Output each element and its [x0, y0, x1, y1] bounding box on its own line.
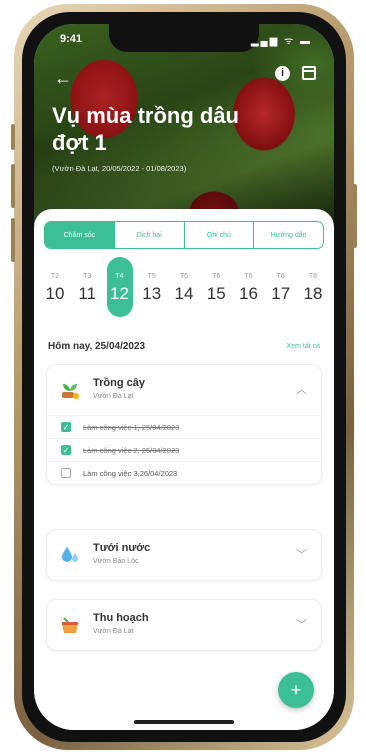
back-arrow-icon[interactable]: ←	[54, 68, 72, 89]
day-number: 11	[78, 284, 97, 303]
see-all-link[interactable]: Xem tất cả	[287, 343, 320, 350]
task-group-location: Vườn Bảo Lộc	[93, 558, 139, 565]
task-group-location: Vườn Đà Lạt	[93, 628, 134, 635]
phone-frame: 9:41 ▂▄▆ ᯤ ▬ ← i Vụ mùa trồng dâu đợt 1 …	[11, 4, 357, 750]
task-group-title: Tưới nước	[93, 542, 151, 554]
water-drop-icon	[62, 547, 78, 562]
tab-ghi-chu[interactable]: Ghi chú	[185, 222, 255, 248]
calendar-icon[interactable]	[302, 66, 316, 80]
task-group-thu-hoach: Thu hoạch Vườn Đà Lạt ﹀	[46, 599, 322, 651]
status-time: 9:41	[60, 33, 83, 45]
harvest-basket-icon	[62, 617, 78, 633]
task-item[interactable]: Làm công việc 3,26/04/2023	[47, 461, 321, 484]
date-strip: T2 10 T3 11 T4 12 T5 13 T6 14 T6 15 T6 16 T6 17 …	[42, 257, 326, 317]
day-number: 15	[206, 284, 226, 303]
today-header: Hôm nay, 25/04/2023 Xem tất cả	[48, 341, 320, 352]
day-item[interactable]: T3 11	[74, 257, 100, 317]
task-group-header[interactable]: Tưới nước Vườn Bảo Lộc ﹀	[47, 530, 321, 580]
day-number: 17	[271, 284, 291, 303]
day-item[interactable]: T6 18	[300, 257, 326, 317]
info-icon[interactable]: i	[275, 66, 290, 81]
day-of-week: T6	[276, 273, 285, 280]
chevron-down-icon[interactable]: ﹀	[296, 546, 307, 562]
day-number: 10	[45, 284, 65, 303]
content-panel: Chăm sóc Dịch hại Ghi chú Hướng dẫn T2 10…	[34, 209, 334, 730]
day-number: 12	[110, 284, 129, 303]
task-group-title: Trồng cây	[93, 377, 145, 389]
tab-huong-dan[interactable]: Hướng dẫn	[254, 222, 323, 248]
day-item[interactable]: T6 15	[203, 257, 229, 317]
volume-up-button	[11, 164, 15, 208]
notch	[109, 24, 259, 52]
day-of-week: T6	[179, 273, 189, 280]
home-indicator	[134, 720, 234, 724]
task-group-location: Vườn Đà Lạt	[93, 393, 134, 400]
day-item-selected[interactable]: T4 12	[106, 257, 133, 317]
day-of-week: T5	[147, 273, 156, 280]
status-icons: ▂▄▆ ᯤ ▬	[250, 36, 312, 47]
day-of-week: T2	[50, 273, 60, 280]
day-number: 14	[174, 284, 194, 303]
task-text: Làm công việc 1, 25/04/2023	[83, 422, 180, 432]
checkbox-checked[interactable]: ✓	[61, 445, 71, 455]
day-item[interactable]: T5 13	[139, 257, 165, 317]
task-group-header[interactable]: Thu hoạch Vườn Đà Lạt ﹀	[47, 600, 321, 650]
day-number: 18	[303, 284, 323, 303]
day-of-week: T6	[212, 273, 221, 280]
app-screen: 9:41 ▂▄▆ ᯤ ▬ ← i Vụ mùa trồng dâu đợt 1 …	[34, 24, 334, 730]
page-title: Vụ mùa trồng dâu đợt 1	[52, 103, 239, 155]
checkbox-checked[interactable]: ✓	[61, 422, 71, 432]
day-item[interactable]: T6 16	[236, 257, 262, 317]
page-subtitle: (Vườn Đà Lạt, 20/05/2022 - 01/08/2023)	[52, 164, 187, 173]
chevron-down-icon[interactable]: ﹀	[296, 616, 307, 632]
day-item[interactable]: T2 10	[42, 257, 68, 317]
plant-icon	[62, 384, 79, 399]
phone-bezel: 9:41 ▂▄▆ ᯤ ▬ ← i Vụ mùa trồng dâu đợt 1 …	[22, 12, 346, 742]
day-number: 13	[142, 284, 162, 303]
day-item[interactable]: T6 14	[171, 257, 197, 317]
power-button	[353, 184, 357, 248]
add-task-button[interactable]: +	[278, 672, 314, 708]
today-label: Hôm nay, 25/04/2023	[48, 341, 146, 352]
tab-bar: Chăm sóc Dịch hại Ghi chú Hướng dẫn	[44, 221, 324, 249]
task-item[interactable]: ✓ Làm công việc 2, 25/04/2023	[47, 438, 321, 461]
task-group-tuoi-nuoc: Tưới nước Vườn Bảo Lộc ﹀	[46, 529, 322, 581]
day-item[interactable]: T6 17	[268, 257, 294, 317]
task-group-header[interactable]: Trồng cây Vườn Đà Lạt ︿	[47, 365, 321, 415]
day-of-week: T6	[244, 273, 253, 280]
tab-dich-hai[interactable]: Dịch hại	[115, 222, 185, 248]
day-of-week: T3	[83, 273, 92, 280]
day-number: 16	[239, 284, 258, 303]
volume-down-button	[11, 218, 15, 262]
task-text: Làm công việc 2, 25/04/2023	[83, 445, 180, 455]
day-of-week: T4	[115, 273, 124, 280]
chevron-up-icon[interactable]: ︿	[296, 381, 307, 397]
mute-switch	[11, 124, 15, 150]
task-text: Làm công việc 3,26/04/2023	[83, 468, 178, 478]
day-of-week: T6	[308, 273, 318, 280]
tab-cham-soc[interactable]: Chăm sóc	[45, 222, 115, 248]
task-group-trong-cay: Trồng cây Vườn Đà Lạt ︿ ✓ Làm công việc …	[46, 364, 322, 485]
task-group-title: Thu hoạch	[93, 612, 149, 624]
checkbox-unchecked[interactable]	[61, 468, 71, 478]
task-item[interactable]: ✓ Làm công việc 1, 25/04/2023	[47, 415, 321, 438]
